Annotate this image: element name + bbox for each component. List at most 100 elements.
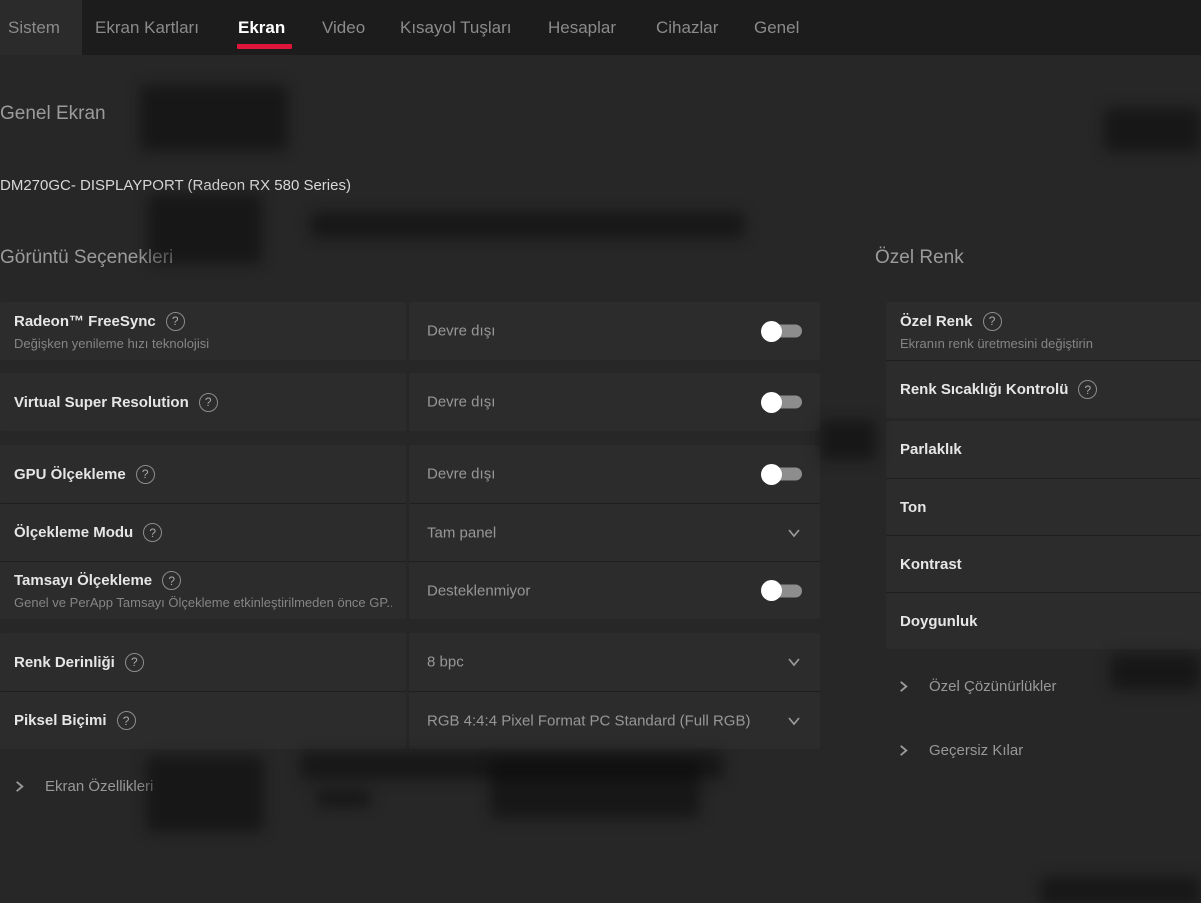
display-device-name: DM270GC- DISPLAYPORT (Radeon RX 580 Seri… — [0, 177, 351, 194]
expander-overrides[interactable]: Geçersiz Kılar — [896, 742, 1023, 759]
top-navigation-bar: Sistem Ekran Kartları Ekran Video Kısayo… — [0, 0, 1201, 55]
help-icon[interactable]: ? — [125, 653, 144, 672]
setting-row-contrast[interactable]: Kontrast — [886, 535, 1201, 592]
setting-label: Tamsayı Ölçekleme — [14, 572, 152, 589]
toggle-switch[interactable] — [764, 325, 802, 338]
setting-row-integer-scaling: Tamsayı Ölçekleme ? Genel ve PerApp Tams… — [0, 561, 820, 619]
toggle-knob — [761, 392, 782, 413]
tab-cihazlar[interactable]: Cihazlar — [656, 0, 718, 55]
chevron-down-icon — [786, 713, 802, 729]
tab-genel[interactable]: Genel — [754, 0, 799, 55]
toggle-knob — [761, 464, 782, 485]
group-scaling: GPU Ölçekleme ? Devre dışı Ölçekleme Mod… — [0, 445, 820, 619]
pixel-format-label-cell: Piksel Biçimi ? — [0, 691, 406, 749]
setting-row-hue[interactable]: Ton — [886, 478, 1201, 535]
setting-label: Doygunluk — [900, 613, 978, 630]
setting-label: Renk Derinliği — [14, 654, 115, 671]
help-icon[interactable]: ? — [117, 711, 136, 730]
setting-label: Özel Renk — [900, 313, 973, 330]
freesync-label-cell: Radeon™ FreeSync ? Değişken yenileme hız… — [0, 302, 406, 360]
setting-row-pixel-format: Piksel Biçimi ? RGB 4:4:4 Pixel Format P… — [0, 691, 820, 749]
blurred-region — [316, 790, 371, 807]
setting-label: Parlaklık — [900, 441, 962, 458]
group-vsr: Virtual Super Resolution ? Devre dışı — [0, 373, 820, 431]
setting-row-freesync: Radeon™ FreeSync ? Değişken yenileme hız… — [0, 302, 820, 360]
setting-row-gpu-scaling: GPU Ölçekleme ? Devre dışı — [0, 445, 820, 503]
setting-row-saturation[interactable]: Doygunluk — [886, 592, 1201, 649]
setting-value: Desteklenmiyor — [427, 582, 530, 599]
chevron-right-icon — [12, 779, 27, 794]
section-heading-custom-color: Özel Renk — [875, 247, 964, 269]
active-tab-underline — [237, 44, 292, 49]
setting-subtitle: Değişken yenileme hızı teknolojisi — [14, 336, 392, 351]
vsr-value-cell: Devre dışı — [409, 373, 820, 431]
gpu-scaling-value-cell: Devre dışı — [409, 445, 820, 503]
setting-value: Devre dışı — [427, 323, 495, 340]
setting-row-brightness[interactable]: Parlaklık — [886, 421, 1201, 478]
help-icon[interactable]: ? — [983, 312, 1002, 331]
blurred-region — [310, 212, 745, 238]
radeon-settings-screen: Sistem Ekran Kartları Ekran Video Kısayo… — [0, 0, 1201, 903]
group-freesync: Radeon™ FreeSync ? Değişken yenileme hız… — [0, 302, 820, 360]
setting-label: Ölçekleme Modu — [14, 524, 133, 541]
group-color-adjustments: Parlaklık Ton Kontrast Doygunluk — [886, 421, 1201, 649]
setting-subtitle: Genel ve PerApp Tamsayı Ölçekleme etkinl… — [14, 595, 392, 610]
expander-display-properties[interactable]: Ekran Özellikleri — [12, 778, 153, 795]
setting-row-color-depth: Renk Derinliği ? 8 bpc — [0, 633, 820, 691]
setting-label: Piksel Biçimi — [14, 712, 107, 729]
setting-label: Radeon™ FreeSync — [14, 313, 156, 330]
tab-kisayol-tuslari[interactable]: Kısayol Tuşları — [400, 0, 512, 55]
chevron-right-icon — [896, 743, 911, 758]
help-icon[interactable]: ? — [162, 571, 181, 590]
setting-row-scaling-mode: Ölçekleme Modu ? Tam panel — [0, 503, 820, 561]
help-icon[interactable]: ? — [1078, 380, 1097, 399]
toggle-switch[interactable] — [764, 468, 802, 481]
toggle-knob — [761, 580, 782, 601]
setting-label: Virtual Super Resolution — [14, 394, 189, 411]
section-heading-display-options: Görüntü Seçenekleri — [0, 247, 173, 269]
toggle-switch[interactable] — [764, 396, 802, 409]
group-color-format: Renk Derinliği ? 8 bpc Piksel Biçimi ? R… — [0, 633, 820, 749]
tab-video[interactable]: Video — [322, 0, 365, 55]
group-custom-color: Özel Renk ? Ekranın renk üretmesini deği… — [886, 302, 1201, 418]
tab-ekran-kartlari[interactable]: Ekran Kartları — [95, 0, 199, 55]
setting-value: Devre dışı — [427, 394, 495, 411]
expander-label: Geçersiz Kılar — [929, 742, 1023, 759]
setting-row-custom-color[interactable]: Özel Renk ? Ekranın renk üretmesini deği… — [886, 302, 1201, 360]
setting-label: GPU Ölçekleme — [14, 466, 126, 483]
blurred-region — [1104, 108, 1201, 152]
blurred-region — [1110, 654, 1201, 690]
integer-scaling-label-cell: Tamsayı Ölçekleme ? Genel ve PerApp Tams… — [0, 561, 406, 619]
expander-label: Ekran Özellikleri — [45, 778, 153, 795]
chevron-down-icon — [786, 654, 802, 670]
dropdown-selected-value: RGB 4:4:4 Pixel Format PC Standard (Full… — [427, 712, 750, 729]
setting-label: Renk Sıcaklığı Kontrolü — [900, 381, 1068, 398]
vsr-label-cell: Virtual Super Resolution ? — [0, 373, 406, 431]
setting-value: Devre dışı — [427, 466, 495, 483]
color-depth-label-cell: Renk Derinliği ? — [0, 633, 406, 691]
dropdown-selected-value: Tam panel — [427, 524, 496, 541]
expander-custom-resolutions[interactable]: Özel Çözünürlükler — [896, 678, 1057, 695]
blurred-region — [1040, 877, 1201, 903]
setting-row-color-temperature[interactable]: Renk Sıcaklığı Kontrolü ? — [886, 360, 1201, 418]
tab-sistem[interactable]: Sistem — [8, 0, 60, 55]
freesync-value-cell: Devre dışı — [409, 302, 820, 360]
blurred-region — [820, 420, 876, 460]
page-title: Genel Ekran — [0, 103, 106, 125]
gpu-scaling-label-cell: GPU Ölçekleme ? — [0, 445, 406, 503]
chevron-down-icon — [786, 525, 802, 541]
help-icon[interactable]: ? — [136, 465, 155, 484]
help-icon[interactable]: ? — [166, 312, 185, 331]
pixel-format-dropdown[interactable]: RGB 4:4:4 Pixel Format PC Standard (Full… — [409, 691, 820, 749]
toggle-knob — [761, 321, 782, 342]
color-depth-dropdown[interactable]: 8 bpc — [409, 633, 820, 691]
help-icon[interactable]: ? — [143, 523, 162, 542]
dropdown-selected-value: 8 bpc — [427, 654, 464, 671]
blurred-region — [300, 752, 724, 779]
tab-hesaplar[interactable]: Hesaplar — [548, 0, 616, 55]
chevron-right-icon — [896, 679, 911, 694]
help-icon[interactable]: ? — [199, 393, 218, 412]
scaling-mode-dropdown[interactable]: Tam panel — [409, 503, 820, 561]
toggle-switch[interactable] — [764, 584, 802, 597]
setting-row-vsr: Virtual Super Resolution ? Devre dışı — [0, 373, 820, 431]
